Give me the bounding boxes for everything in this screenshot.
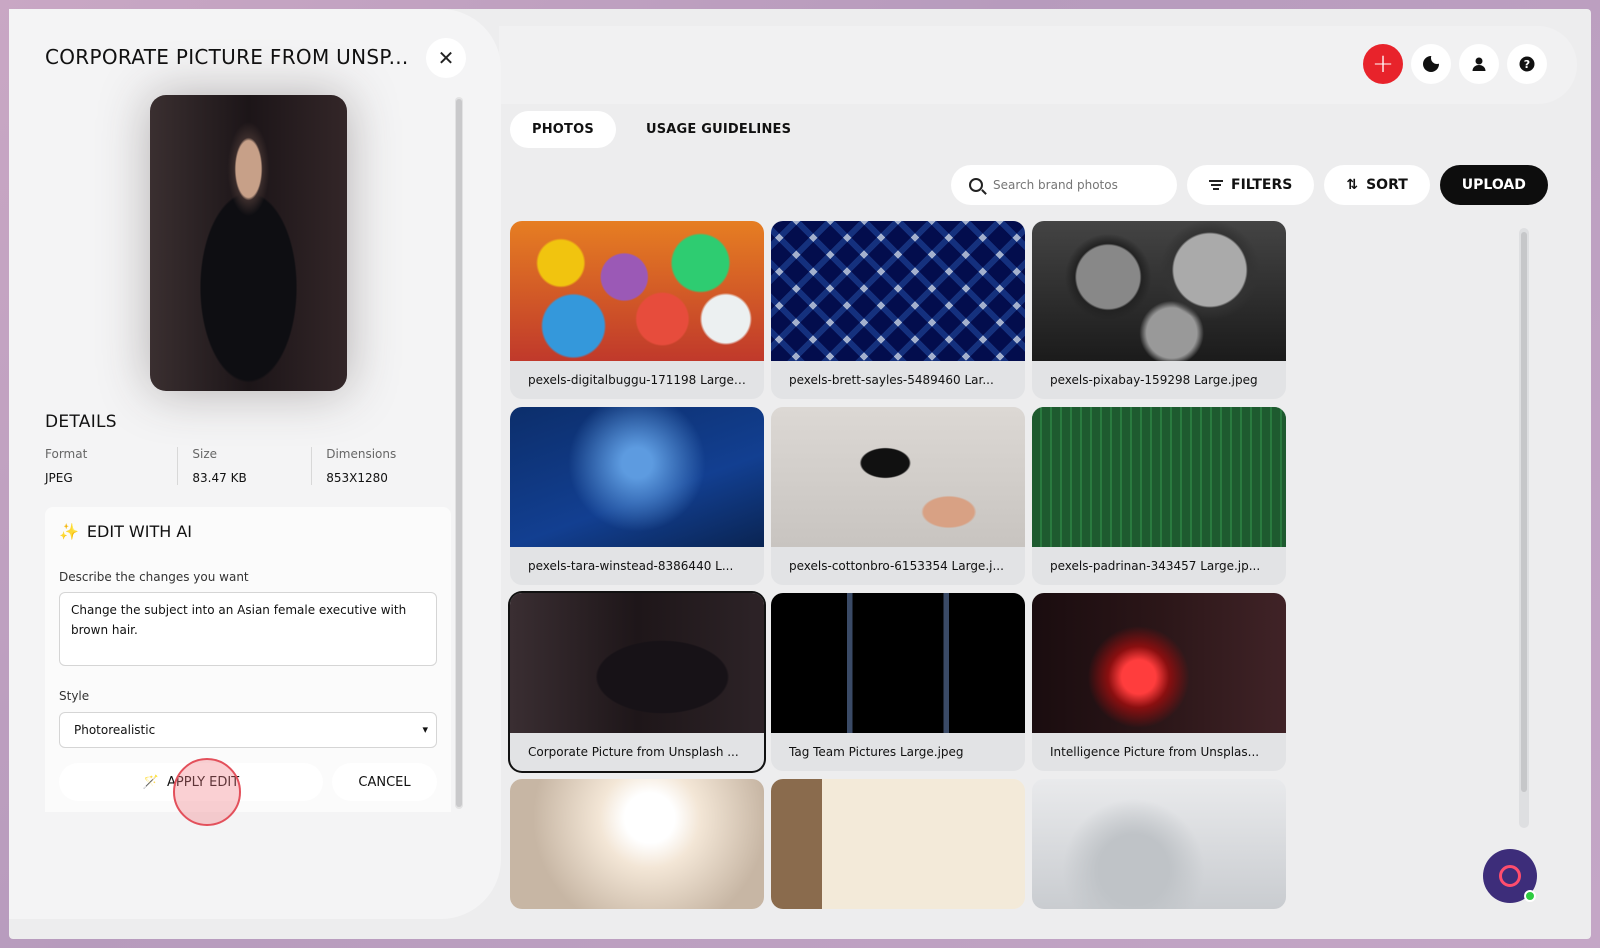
close-icon: ✕ <box>437 46 455 70</box>
photo-caption: pexels-cottonbro-6153354 Large.j... <box>789 559 1004 573</box>
style-label: Style <box>59 689 90 703</box>
photo-thumbnail <box>771 779 1025 909</box>
photo-caption: pexels-brett-sayles-5489460 Lar... <box>789 373 994 387</box>
upload-button[interactable]: UPLOAD <box>1439 165 1548 205</box>
top-actions: + ? <box>1363 44 1547 84</box>
meta-dimensions: Dimensions 853X1280 <box>311 447 445 485</box>
photo-thumbnail <box>771 221 1025 361</box>
plus-icon: + <box>1372 49 1394 79</box>
help-button[interactable]: ? <box>1507 44 1547 84</box>
photo-card[interactable] <box>510 779 764 909</box>
photo-grid: pexels-digitalbuggu-171198 Large.... pex… <box>510 221 1290 909</box>
photo-caption: Intelligence Picture from Unsplas... <box>1050 745 1260 759</box>
photo-toolbar: FILTERS ⇅ SORT UPLOAD <box>951 165 1548 205</box>
meta-format: Format JPEG <box>45 447 177 485</box>
photo-thumbnail <box>1032 407 1286 547</box>
meta-label: Size <box>192 447 218 461</box>
photo-card[interactable]: pexels-digitalbuggu-171198 Large.... <box>510 221 764 399</box>
photo-caption: pexels-padrinan-343457 Large.jp... <box>1050 559 1261 573</box>
panel-title: CORPORATE PICTURE FROM UNSP... <box>45 45 409 69</box>
account-button[interactable] <box>1459 44 1499 84</box>
photo-thumbnail <box>1032 593 1286 733</box>
cancel-button[interactable]: CANCEL <box>332 763 437 801</box>
photo-thumbnail <box>1032 779 1286 909</box>
details-heading: DETAILS <box>45 412 117 432</box>
magic-wand-icon: 🪄 <box>142 774 159 790</box>
sort-label: SORT <box>1366 177 1408 193</box>
sort-button[interactable]: ⇅ SORT <box>1324 165 1430 205</box>
online-status-dot <box>1524 890 1536 902</box>
photo-card[interactable]: pexels-brett-sayles-5489460 Lar... <box>771 221 1025 399</box>
close-button[interactable]: ✕ <box>426 38 466 78</box>
style-selected-value: Photorealistic <box>74 723 156 737</box>
photo-card[interactable]: pexels-tara-winstead-8386440 L... <box>510 407 764 585</box>
sort-icon: ⇅ <box>1346 177 1359 193</box>
tab-photos[interactable]: PHOTOS <box>510 111 616 148</box>
photo-caption: pexels-digitalbuggu-171198 Large.... <box>528 373 750 387</box>
apply-edit-label: APPLY EDIT <box>167 774 240 790</box>
photo-card[interactable]: pexels-padrinan-343457 Large.jp... <box>1032 407 1286 585</box>
search-icon <box>969 178 983 192</box>
photo-card[interactable]: pexels-cottonbro-6153354 Large.j... <box>771 407 1025 585</box>
add-button[interactable]: + <box>1363 44 1403 84</box>
edit-with-ai-section: ✨ EDIT WITH AI Describe the changes you … <box>45 507 451 812</box>
moon-icon <box>1423 52 1443 72</box>
photo-card[interactable]: Tag Team Pictures Large.jpeg <box>771 593 1025 771</box>
filters-label: FILTERS <box>1231 177 1293 193</box>
meta-value: 853X1280 <box>326 471 388 485</box>
meta-label: Dimensions <box>326 447 397 461</box>
meta-value: JPEG <box>45 471 73 485</box>
photo-thumbnail <box>510 407 764 547</box>
user-icon <box>1472 57 1486 71</box>
photo-card[interactable] <box>1032 779 1286 909</box>
photo-thumbnail <box>510 593 764 733</box>
tab-bar: PHOTOS USAGE GUIDELINES <box>510 111 813 148</box>
meta-label: Format <box>45 447 88 461</box>
photo-thumbnail <box>510 221 764 361</box>
help-icon: ? <box>1519 56 1535 72</box>
grid-scrollbar[interactable] <box>1519 228 1529 828</box>
describe-label: Describe the changes you want <box>59 570 249 584</box>
photo-card[interactable] <box>771 779 1025 909</box>
photo-caption: Corporate Picture from Unsplash ... <box>528 745 739 759</box>
meta-value: 83.47 KB <box>192 471 247 485</box>
svg-text:?: ? <box>1524 58 1530 71</box>
photo-caption: Tag Team Pictures Large.jpeg <box>789 745 964 759</box>
tab-usage-guidelines[interactable]: USAGE GUIDELINES <box>624 111 813 148</box>
photo-detail-panel: CORPORATE PICTURE FROM UNSP... ✕ DETAILS… <box>9 9 501 919</box>
photo-thumbnail <box>510 779 764 909</box>
photo-card[interactable]: pexels-pixabay-159298 Large.jpeg <box>1032 221 1286 399</box>
chevron-down-icon: ▾ <box>422 723 428 736</box>
apply-edit-button[interactable]: 🪄 APPLY EDIT <box>59 763 323 801</box>
ai-heading-label: EDIT WITH AI <box>86 522 193 541</box>
photo-thumbnail <box>771 593 1025 733</box>
photo-preview <box>150 95 347 391</box>
filter-icon <box>1209 180 1223 190</box>
chat-icon <box>1499 865 1521 887</box>
describe-changes-input[interactable]: Change the subject into an Asian female … <box>59 592 437 666</box>
photo-card-selected[interactable]: Corporate Picture from Unsplash ... <box>510 593 764 771</box>
meta-size: Size 83.47 KB <box>177 447 311 485</box>
details-meta: Format JPEG Size 83.47 KB Dimensions 853… <box>45 447 445 485</box>
photo-card[interactable]: Intelligence Picture from Unsplas... <box>1032 593 1286 771</box>
panel-scrollbar[interactable] <box>455 97 463 809</box>
sparkle-icon: ✨ <box>59 522 79 541</box>
filters-button[interactable]: FILTERS <box>1187 165 1315 205</box>
chat-button[interactable] <box>1483 849 1537 903</box>
search-input[interactable] <box>993 178 1143 192</box>
top-bar: + ? <box>499 26 1577 104</box>
photo-thumbnail <box>771 407 1025 547</box>
search-box[interactable] <box>951 165 1177 205</box>
photo-caption: pexels-tara-winstead-8386440 L... <box>528 559 734 573</box>
style-select[interactable]: Photorealistic ▾ <box>59 712 437 748</box>
ai-heading: ✨ EDIT WITH AI <box>59 522 192 541</box>
theme-toggle-button[interactable] <box>1411 44 1451 84</box>
photo-caption: pexels-pixabay-159298 Large.jpeg <box>1050 373 1258 387</box>
photo-thumbnail <box>1032 221 1286 361</box>
